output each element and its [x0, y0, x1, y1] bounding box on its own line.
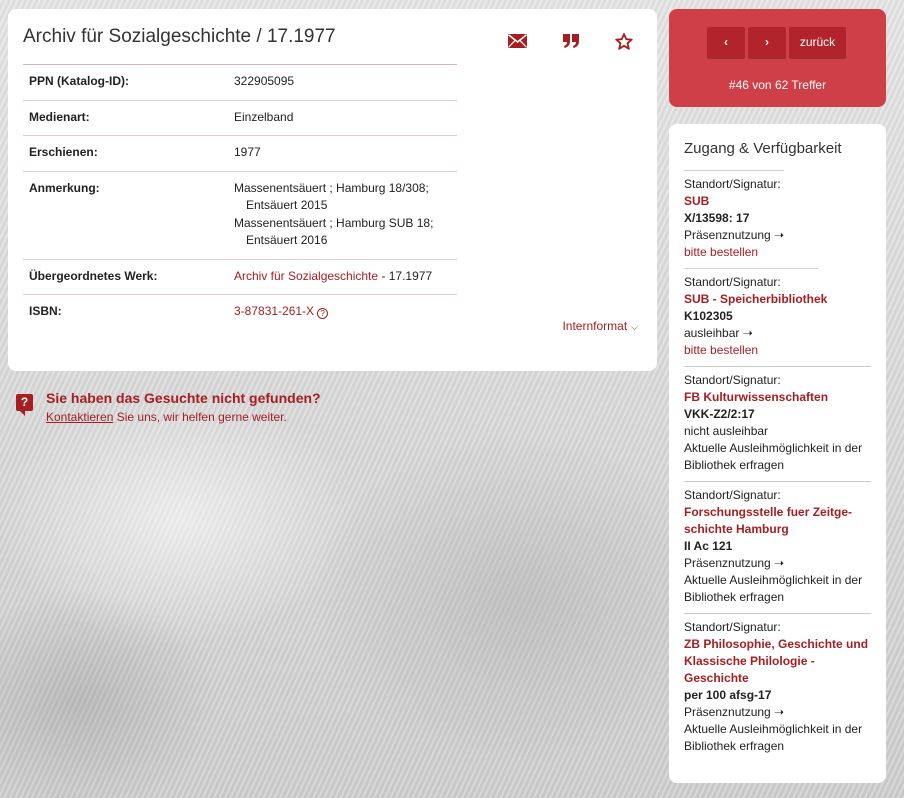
table-row: PPN (Katalog-ID): 322905095 [23, 64, 457, 100]
table-row: Medienart: Einzelband [23, 99, 457, 136]
field-label: Medienart: [23, 99, 228, 136]
parent-work-suffix: - 17.1977 [378, 268, 433, 283]
result-navigation: ‹ › zurück #46 von 62 Treffer [669, 9, 886, 107]
previous-button[interactable]: ‹ [707, 27, 745, 58]
contact-link[interactable]: Kontaktieren [46, 410, 113, 424]
note-line: Massenentsäuert ; Hamburg SUB 18; [234, 215, 434, 230]
signature: K102305 [684, 309, 733, 323]
usage-status: ausleihbar ➝ [684, 326, 753, 340]
table-row: Anmerkung: Massenentsäuert ; Hamburg 18/… [23, 170, 457, 259]
entry-label: Standort/Signatur: [684, 177, 781, 191]
list-item: Standort/Signatur: ZB Philosophie, Gesch… [684, 614, 871, 762]
entry-label: Standort/Signatur: [684, 620, 781, 634]
location-link[interactable]: FB Kulturwissenschaften [684, 389, 871, 406]
table-row: Erschienen: 1977 [23, 135, 457, 171]
table-row: ISBN: 3-87831-261-X? [23, 294, 457, 330]
field-value: 3-87831-261-X? [228, 294, 457, 330]
star-icon[interactable] [610, 30, 637, 52]
note-line: Entsäuert 2015 [246, 198, 328, 212]
not-found-text: Kontaktieren Sie uns, wir helfen gerne w… [46, 410, 287, 424]
availability-info: Aktuelle Ausleihmöglichkeit in der Bibli… [684, 722, 863, 753]
nav-buttons: ‹ › zurück [707, 27, 846, 58]
back-button[interactable]: zurück [789, 27, 846, 58]
order-link[interactable]: bitte bestellen [684, 244, 871, 261]
quote-icon[interactable] [557, 30, 584, 52]
usage-status: Präsenznutzung ➝ [684, 228, 785, 242]
entry-label: Standort/Signatur: [684, 488, 781, 502]
internformat-label: Internformat [562, 319, 628, 333]
field-label: Übergeordnetes Werk: [23, 258, 228, 295]
question-bubble-icon: ? [16, 394, 33, 416]
entry-label: Standort/Signatur: [684, 373, 781, 387]
next-button[interactable]: › [748, 27, 786, 58]
order-link[interactable]: bitte bestellen [684, 342, 871, 359]
note-line: Massenentsäuert ; Hamburg 18/308; [234, 180, 429, 195]
field-value: 322905095 [228, 64, 457, 100]
record-actions [504, 30, 637, 52]
internformat-toggle[interactable]: Internformat ⌵ [562, 319, 638, 333]
parent-work-link[interactable]: Archiv für Sozialgeschichte [234, 269, 378, 283]
availability-list: Standort/Signatur: SUB X/13598: 17 Präse… [684, 170, 871, 762]
table-row: Übergeordnetes Werk: Archiv für Sozialge… [23, 258, 457, 295]
location-link[interactable]: Forschungsstelle fuer Zeitge-schichte Ha… [684, 504, 871, 538]
usage-status: nicht ausleihbar [684, 424, 769, 438]
record-title: Archiv für Sozialgeschichte / 17.1977 [23, 26, 336, 47]
signature: VKK-Z2/2:17 [684, 407, 755, 421]
field-label: Erschienen: [23, 135, 228, 171]
chevron-down-icon: ⌵ [631, 322, 638, 332]
list-item: Standort/Signatur: SUB X/13598: 17 Präse… [684, 171, 871, 268]
location-link[interactable]: ZB Philosophie, Geschichte und Klassisch… [684, 636, 871, 687]
field-value: Massenentsäuert ; Hamburg 18/308; Entsäu… [228, 170, 457, 259]
list-item: Standort/Signatur: Forschungsstelle fuer… [684, 482, 871, 613]
field-label: PPN (Katalog-ID): [23, 64, 228, 100]
entry-label: Standort/Signatur: [684, 275, 781, 289]
availability-info: Aktuelle Ausleihmöglichkeit in der Bibli… [684, 441, 863, 472]
field-label: ISBN: [23, 294, 228, 330]
signature: II Ac 121 [684, 539, 733, 553]
record-card: Archiv für Sozialgeschichte / 17.1977 PP… [8, 9, 657, 371]
availability-info: Aktuelle Ausleihmöglichkeit in der Bibli… [684, 573, 863, 604]
location-link[interactable]: SUB - Speicherbibliothek [684, 291, 871, 308]
hit-counter: #46 von 62 Treffer [728, 78, 827, 92]
field-label: Anmerkung: [23, 170, 228, 259]
signature: per 100 afsg-17 [684, 688, 772, 702]
location-link[interactable]: SUB [684, 193, 871, 210]
usage-status: Präsenznutzung ➝ [684, 705, 785, 719]
mail-icon[interactable] [504, 30, 531, 52]
usage-status: Präsenznutzung ➝ [684, 556, 785, 570]
record-details-table: PPN (Katalog-ID): 322905095 Medienart: E… [23, 64, 457, 330]
availability-card: Zugang & Verfügbarkeit Standort/Signatur… [669, 124, 886, 783]
not-found-title: Sie haben das Gesuchte nicht gefunden? [46, 390, 321, 406]
note-line: Entsäuert 2016 [246, 233, 328, 247]
isbn-link[interactable]: 3-87831-261-X [234, 304, 314, 318]
list-item: Standort/Signatur: FB Kulturwissenschaft… [684, 367, 871, 481]
field-value: 1977 [228, 135, 457, 171]
help-icon[interactable]: ? [317, 308, 329, 319]
not-found-rest: Sie uns, wir helfen gerne weiter. [113, 410, 287, 424]
field-value: Einzelband [228, 99, 457, 136]
signature: X/13598: 17 [684, 211, 750, 225]
field-value: Archiv für Sozialgeschichte - 17.1977 [228, 258, 457, 295]
availability-title: Zugang & Verfügbarkeit [684, 140, 842, 157]
list-item: Standort/Signatur: SUB - Speicherbibliot… [684, 269, 871, 366]
